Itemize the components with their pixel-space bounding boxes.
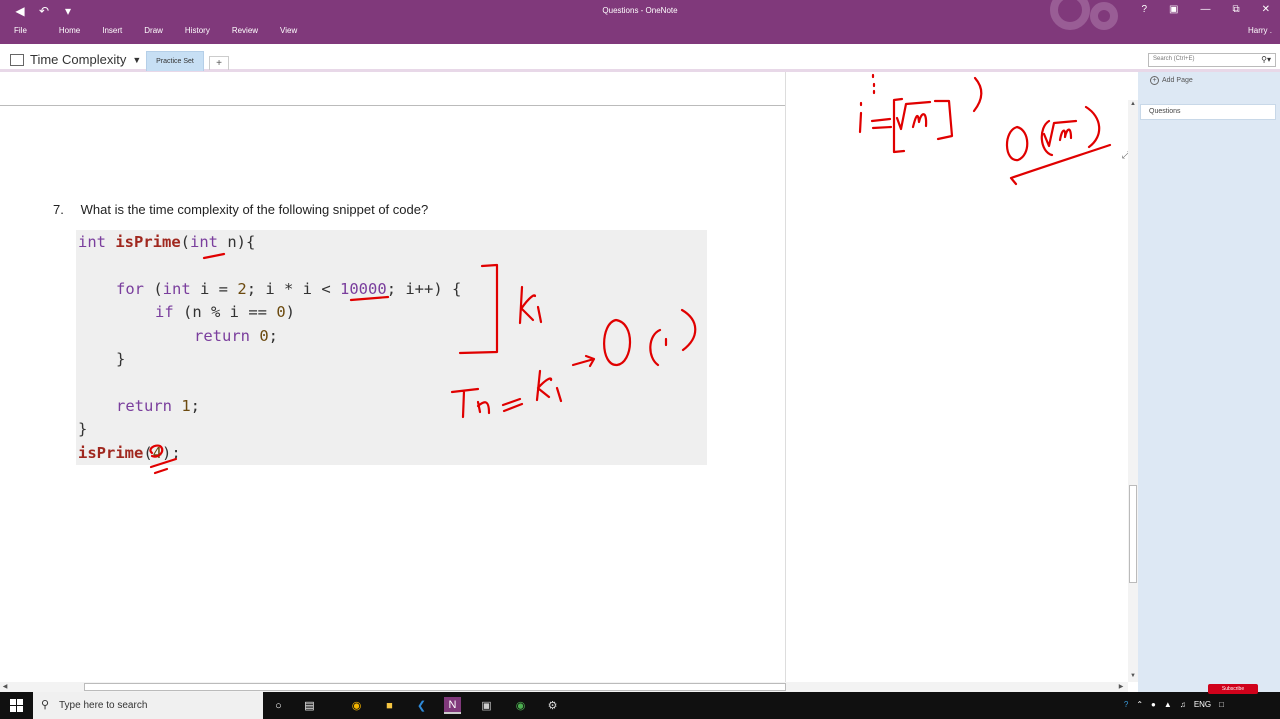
add-page-icon: +: [1150, 76, 1159, 85]
code-line-3: if (n % i == 0): [155, 303, 296, 321]
notebook-selector[interactable]: Time Complexity ▼: [10, 52, 141, 67]
tab-file[interactable]: File: [14, 26, 38, 35]
help-tray-icon[interactable]: ?: [1124, 700, 1128, 709]
page-width-guide: [785, 72, 786, 682]
help-icon[interactable]: ?: [1141, 4, 1147, 15]
network-icon[interactable]: ▲: [1164, 700, 1172, 709]
section-tab-practice-set[interactable]: Practice Set: [146, 51, 204, 71]
question-text: What is the time complexity of the follo…: [80, 202, 429, 217]
tab-review[interactable]: Review: [221, 26, 269, 35]
file-explorer-icon[interactable]: ■: [381, 697, 398, 714]
scroll-up-icon[interactable]: ▲: [1129, 100, 1137, 108]
tab-home[interactable]: Home: [48, 26, 91, 35]
windows-taskbar: ⚲ Type here to search ○ ▤ ◉ ■ ❮ N ▣ ◉ ⚙ …: [0, 684, 1280, 719]
add-page-button[interactable]: + Add Page: [1150, 76, 1193, 85]
search-placeholder: Search (Ctrl+E): [1153, 56, 1195, 62]
page-title-rule: [0, 105, 785, 106]
minimize-icon[interactable]: —: [1200, 4, 1210, 15]
search-icon: ⚲: [41, 699, 50, 711]
tab-history[interactable]: History: [174, 26, 221, 35]
user-name[interactable]: Harry .: [1248, 26, 1272, 35]
code-line-4: return 0;: [194, 327, 279, 345]
chrome-icon[interactable]: ◉: [348, 697, 365, 714]
page-item-questions[interactable]: Questions: [1140, 104, 1276, 120]
search-input[interactable]: Search (Ctrl+E) ⚲▾: [1148, 53, 1276, 67]
chevron-up-icon[interactable]: ⌃: [1136, 700, 1143, 709]
system-tray: ? ⌃ ● ▲ ♫ ENG □: [1124, 700, 1224, 709]
code-line-8: isPrime(4);: [78, 444, 181, 462]
horizontal-scroll-thumb[interactable]: [84, 683, 786, 691]
vertical-scroll-thumb[interactable]: [1129, 485, 1137, 583]
windows-start-icon[interactable]: [10, 699, 23, 712]
window-controls: ? ▣ — ⧉ ✕: [1141, 4, 1270, 15]
tab-draw[interactable]: Draw: [133, 26, 174, 35]
close-icon[interactable]: ✕: [1262, 4, 1270, 15]
subscribe-badge: Subscribe: [1208, 684, 1258, 694]
taskbar-search-placeholder: Type here to search: [59, 700, 148, 711]
language-indicator[interactable]: ENG: [1194, 700, 1211, 709]
question-7: 7. What is the time complexity of the fo…: [53, 202, 428, 217]
taskbar-search-box[interactable]: ⚲ Type here to search: [33, 692, 263, 719]
notebook-nav-bar: Time Complexity ▼ Practice Set + Search …: [0, 44, 1280, 72]
ribbon-display-icon[interactable]: ▣: [1169, 4, 1178, 15]
notebook-name: Time Complexity: [30, 52, 127, 67]
volume-icon[interactable]: ♫: [1180, 700, 1186, 709]
scroll-down-icon[interactable]: ▼: [1129, 672, 1137, 680]
ribbon-tabs: File Home Insert Draw History Review Vie…: [14, 26, 308, 35]
microphone-icon[interactable]: ●: [1151, 700, 1156, 709]
notifications-icon[interactable]: □: [1219, 700, 1224, 709]
app-icon[interactable]: ▣: [478, 697, 495, 714]
scroll-left-icon[interactable]: ◀: [1, 683, 9, 691]
code-line-6: return 1;: [116, 397, 201, 415]
chevron-down-icon: ▼: [132, 54, 142, 65]
vertical-scrollbar[interactable]: ▲ ▼: [1128, 100, 1138, 682]
tab-insert[interactable]: Insert: [91, 26, 133, 35]
question-number: 7.: [53, 202, 64, 217]
notebook-icon: [10, 53, 24, 66]
add-page-label: Add Page: [1162, 77, 1193, 84]
page-canvas[interactable]: 7. What is the time complexity of the fo…: [0, 72, 1130, 682]
add-section-button[interactable]: +: [209, 56, 229, 70]
code-line-2: for (int i = 2; i * i < 10000; i++) {: [116, 280, 462, 298]
code-line-7: }: [78, 420, 88, 438]
scroll-right-icon[interactable]: ▶: [1117, 683, 1125, 691]
search-icon[interactable]: ⚲▾: [1261, 55, 1271, 64]
task-view-icon[interactable]: ▤: [301, 697, 318, 714]
window-title: Questions - OneNote: [602, 6, 678, 15]
code-line-5: }: [116, 350, 126, 368]
code-block[interactable]: int isPrime(int n){ for (int i = 2; i * …: [76, 230, 707, 465]
code-line-1: int isPrime(int n){: [78, 233, 256, 251]
cortana-icon[interactable]: ○: [270, 697, 287, 714]
onenote-icon[interactable]: N: [444, 697, 461, 714]
page-list-panel: + Add Page Questions: [1138, 72, 1280, 692]
restore-icon[interactable]: ⧉: [1232, 4, 1239, 15]
tab-view[interactable]: View: [269, 26, 308, 35]
title-bar: ◀ ↶ ▾ Questions - OneNote ? ▣ — ⧉ ✕ File…: [0, 0, 1280, 44]
settings-icon[interactable]: ⚙: [544, 697, 561, 714]
chrome-alt-icon[interactable]: ◉: [512, 697, 529, 714]
vscode-icon[interactable]: ❮: [413, 697, 430, 714]
horizontal-scrollbar[interactable]: ◀ ▶: [0, 682, 1128, 692]
